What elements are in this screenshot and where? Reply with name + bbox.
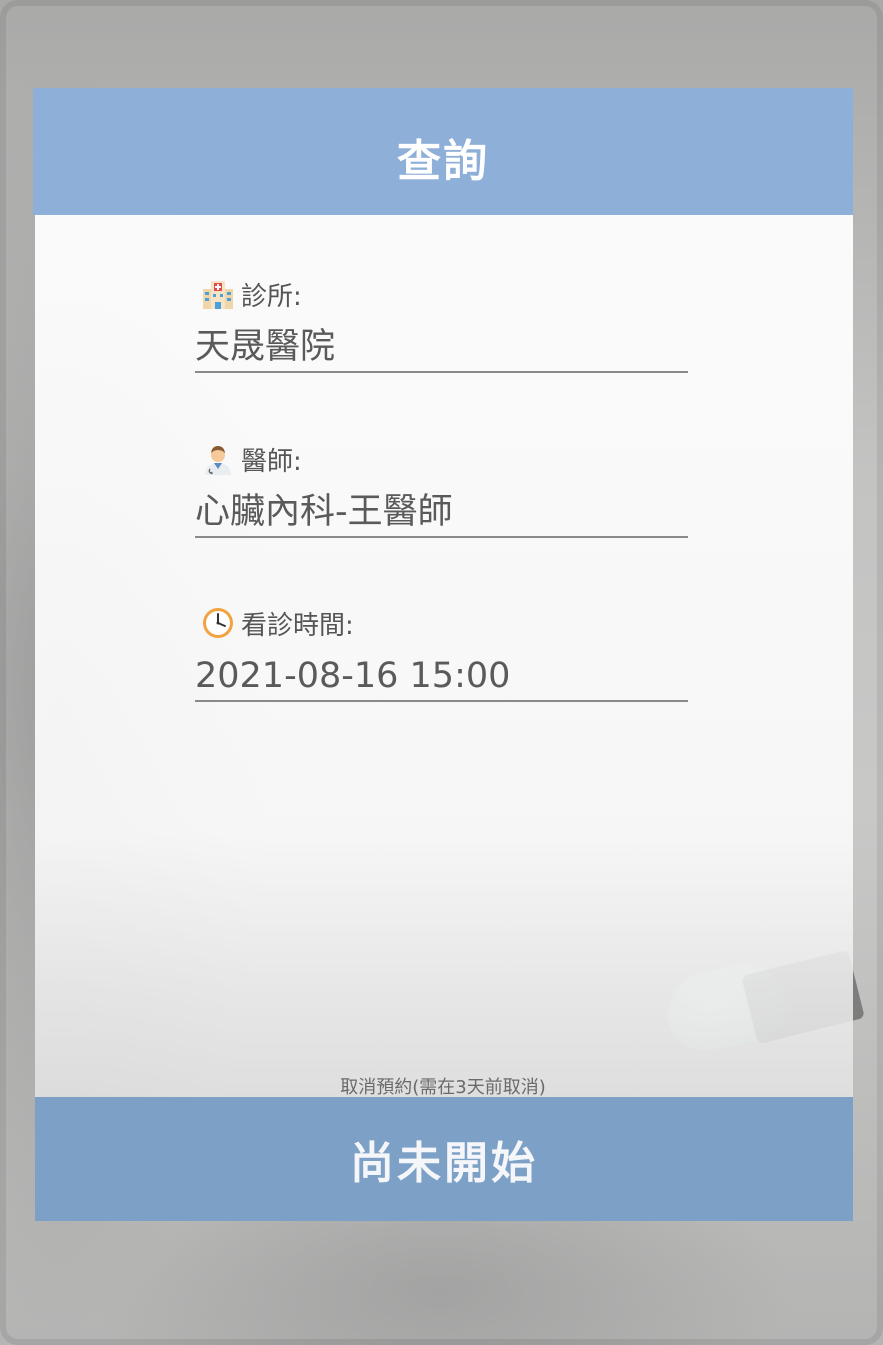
doctor-field: 醫師: 心臟內科-王醫師 [195,440,688,538]
time-field: 看診時間: 2021-08-16 15:00 [195,604,688,702]
doctor-icon [205,446,231,475]
cancel-appointment-link[interactable]: 取消預約(需在3天前取消) [33,1073,853,1099]
header-bar: 查詢 [33,88,853,215]
clinic-label: 診所: [241,281,302,312]
hospital-icon [203,281,233,309]
clinic-field: 診所: 天晟醫院 [195,275,688,373]
doctor-label: 醫師: [241,446,302,477]
status-label: 尚未開始 [350,1138,538,1189]
time-label: 看診時間: [241,610,354,641]
clinic-label-row: 診所: [195,275,688,313]
doctor-label-row: 醫師: [195,440,688,478]
appointment-card: 查詢 診所: 天晟醫院 醫師: 心臟內科-王醫師 看診時間: 2021-08-1… [33,88,853,1221]
status-button[interactable]: 尚未開始 [35,1097,853,1221]
clinic-value[interactable]: 天晟醫院 [195,323,688,373]
time-value[interactable]: 2021-08-16 15:00 [195,652,688,702]
cancel-appointment-label: 取消預約(需在3天前取消) [340,1077,546,1098]
time-label-row: 看診時間: [195,604,688,642]
doctor-value[interactable]: 心臟內科-王醫師 [195,488,688,538]
clock-icon [203,608,233,638]
page-title: 查詢 [397,135,489,187]
